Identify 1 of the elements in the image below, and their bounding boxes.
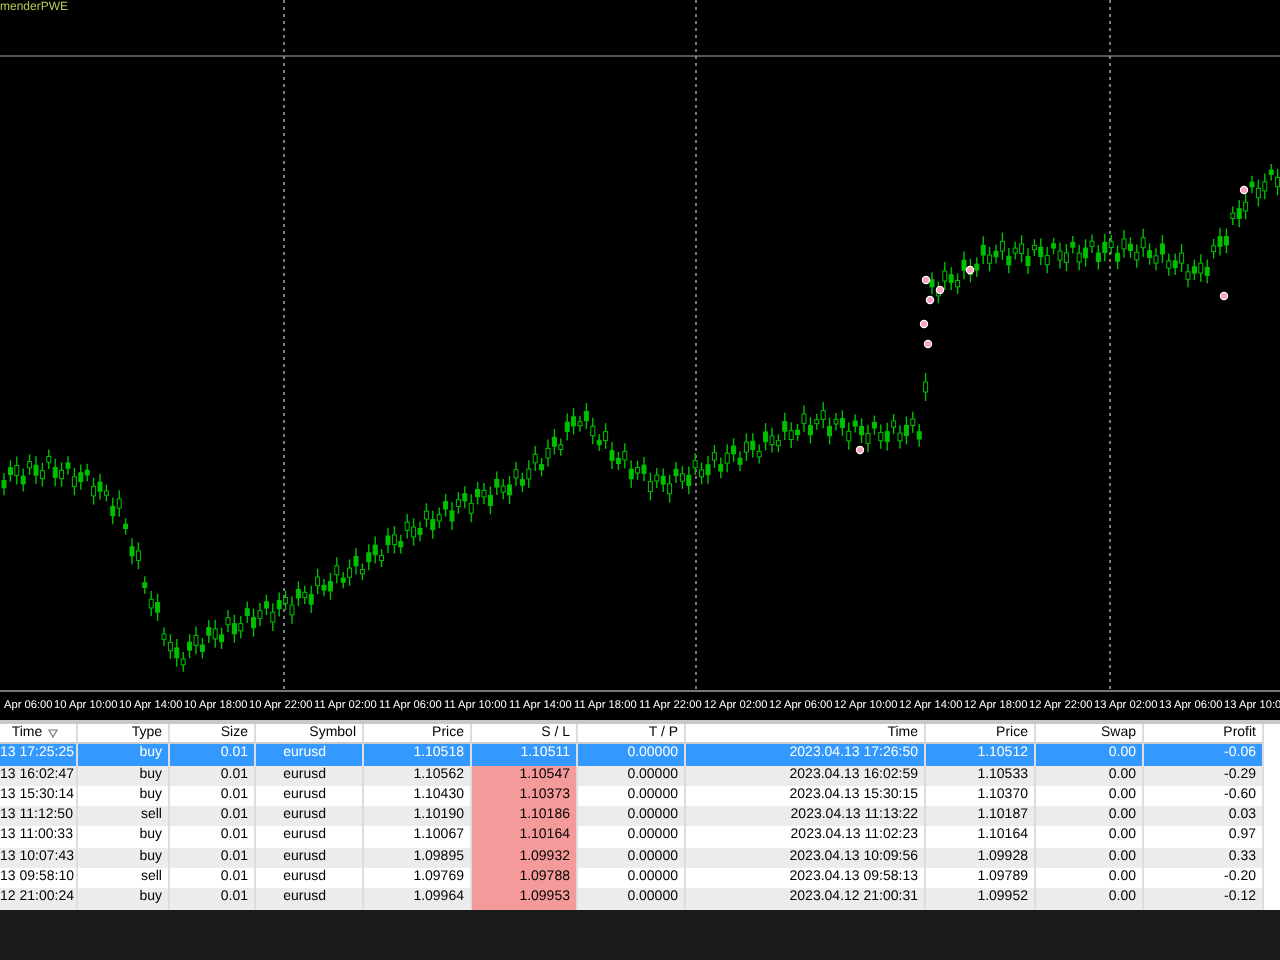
sort-icon [48,728,59,739]
